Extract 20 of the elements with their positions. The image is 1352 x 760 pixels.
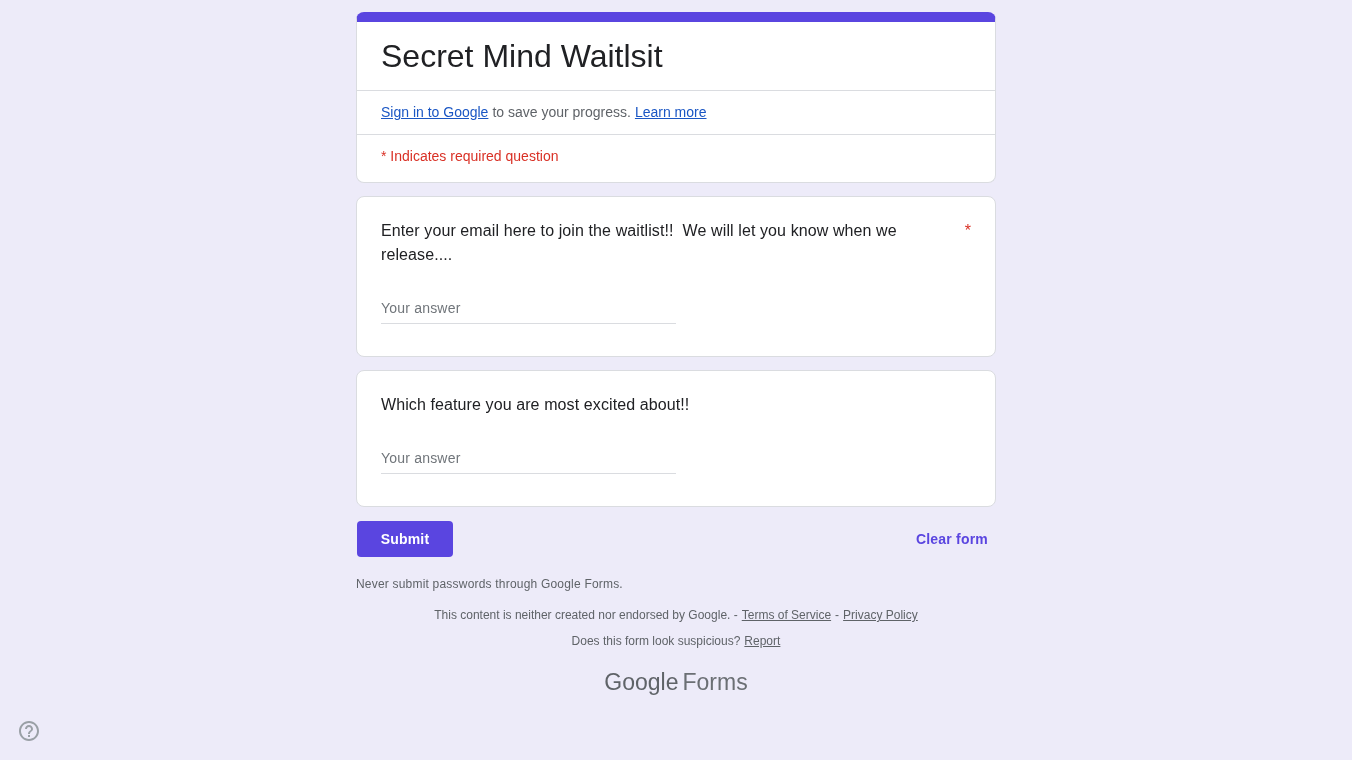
text-link[interactable]: Report	[744, 634, 781, 648]
footer-notice: Does this form look suspicious? Report	[571, 633, 781, 649]
help-icon[interactable]	[19, 721, 39, 741]
answer-field[interactable]: Your answer	[381, 442, 676, 474]
google-forms-logo[interactable]: Google Forms	[604, 667, 748, 697]
text-link[interactable]: Sign in to Google	[381, 104, 489, 120]
clear-form-button[interactable]: Clear form	[907, 521, 996, 557]
sign-in-notice: Sign in to Google to save your progress. Learn more	[357, 91, 995, 135]
footer-notice: This content is neither created nor endorsed by Google. - Terms of Service - Privacy Policy	[434, 607, 918, 623]
text-link[interactable]: Learn more	[634, 104, 707, 120]
text-link[interactable]: Privacy Policy	[843, 608, 918, 622]
submit-button[interactable]: Submit	[357, 521, 453, 557]
answer-field[interactable]: Your answer	[381, 292, 676, 324]
required-mark: *	[964, 221, 971, 241]
form-title: Secret Mind Waitlsit	[357, 22, 995, 91]
password-warning: Never submit passwords through Google Forms.	[356, 576, 623, 592]
text-link[interactable]: Terms of Service	[741, 608, 832, 622]
required-note: * Indicates required question	[380, 147, 560, 166]
question-label: Which feature you are most excited about!!	[381, 395, 690, 415]
question-label: Enter your email here to join the waitlist!! We will let you know when we release....	[381, 221, 898, 265]
